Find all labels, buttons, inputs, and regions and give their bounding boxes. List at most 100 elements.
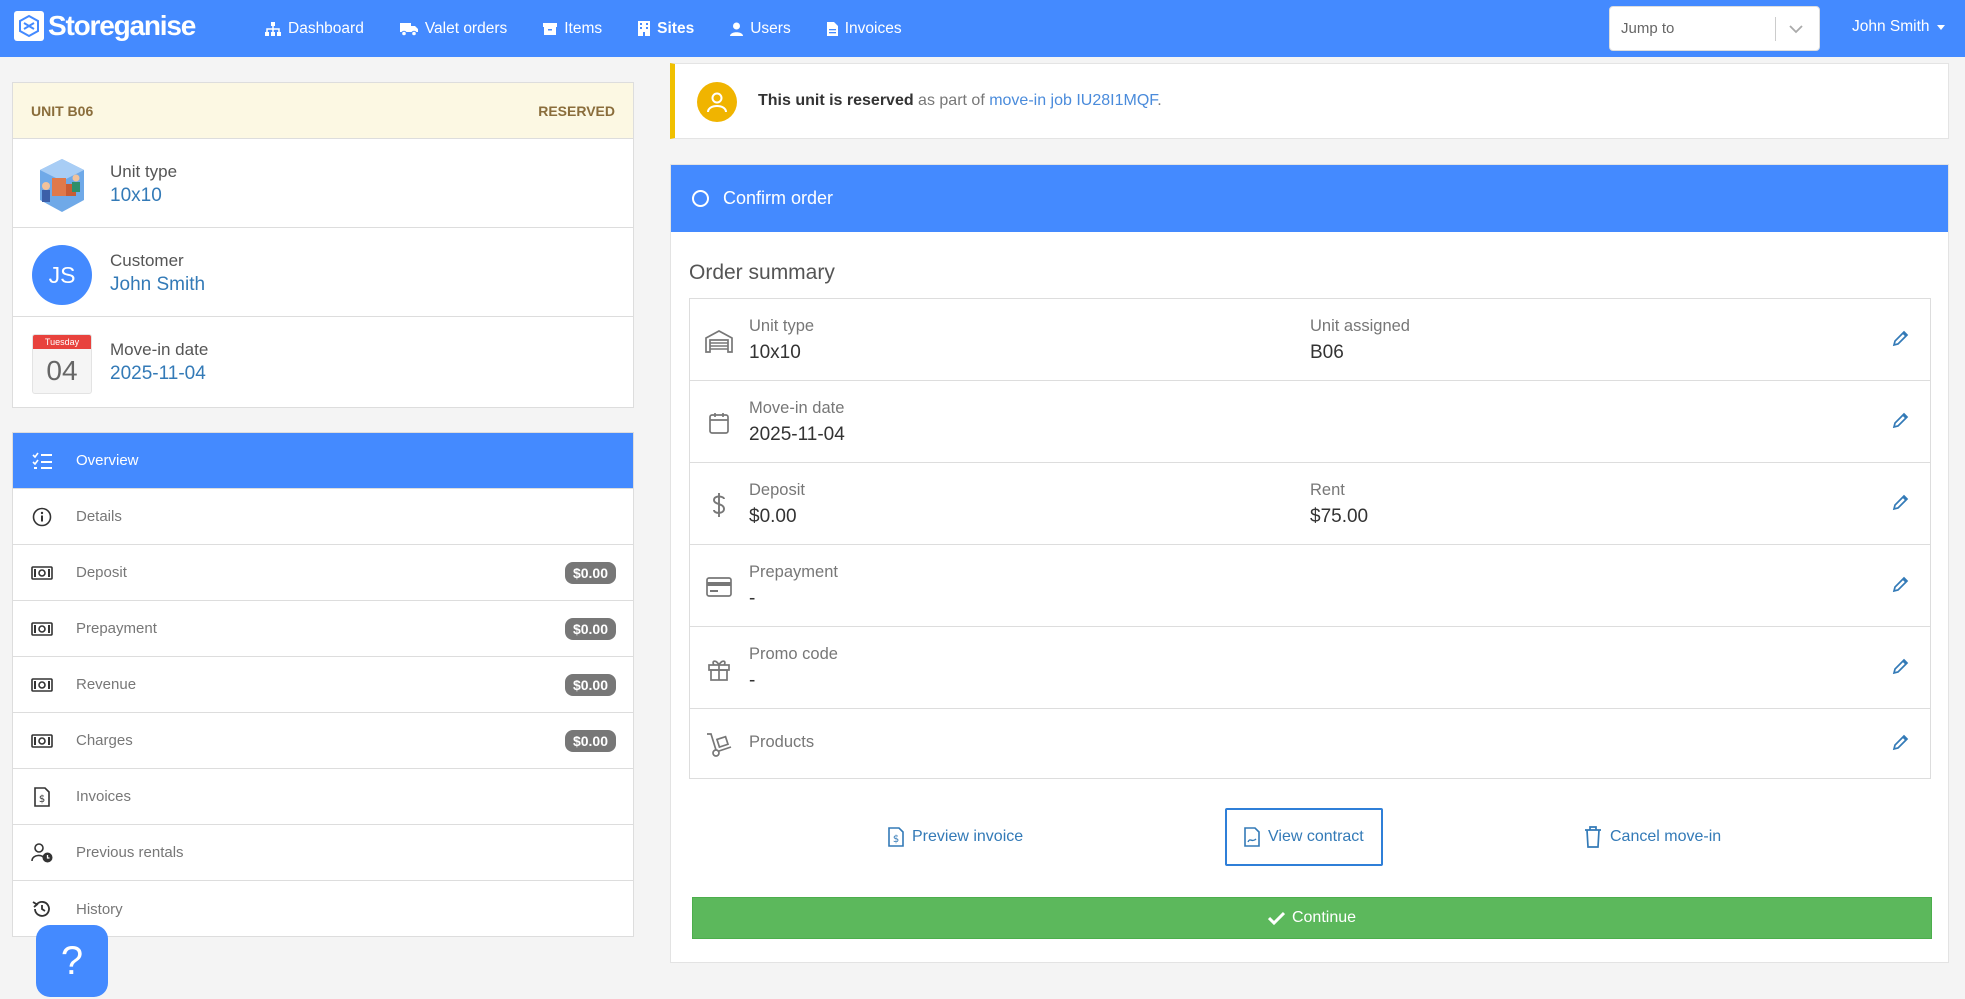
order-actions: $ Preview invoice View contract Cancel m… (671, 808, 1950, 868)
calendar-widget: Tuesday 04 (32, 334, 92, 394)
checklist-icon (31, 450, 53, 472)
jump-to-select[interactable]: Jump to (1609, 6, 1820, 51)
invoice-icon: $ (888, 827, 904, 847)
menu-item-label: Invoices (76, 788, 132, 805)
menu-item-revenue[interactable]: Revenue $0.00 (13, 657, 633, 713)
archive-icon (543, 22, 558, 35)
nav-items-label: Items (564, 19, 603, 37)
continue-label: Continue (1291, 909, 1357, 926)
unit-type-illustration-icon (32, 156, 92, 216)
menu-item-details[interactable]: Details (13, 489, 633, 545)
menu-item-label: Overview (76, 452, 139, 469)
promo-code-value: - (749, 670, 756, 691)
main-nav: Dashboard Valet orders Items Sites Users… (265, 0, 938, 57)
nav-items[interactable]: Items (543, 20, 602, 38)
preview-invoice-label: Preview invoice (912, 828, 1024, 845)
unit-label: UNIT B06 (31, 102, 94, 119)
unit-type-link[interactable]: 10x10 (110, 185, 162, 207)
deposit-label: Deposit (749, 481, 805, 499)
nav-dashboard-label: Dashboard (288, 19, 364, 37)
sitemap-icon (265, 21, 281, 36)
menu-item-label: Prepayment (76, 620, 157, 637)
brand[interactable]: Storeganise (14, 10, 196, 42)
edit-pencil-icon[interactable] (1892, 329, 1910, 347)
invoice-icon: $ (31, 786, 53, 808)
move-in-value: 2025-11-04 (749, 424, 845, 445)
order-panel: Confirm order Order summary Unit type 10… (670, 164, 1949, 963)
customer-link[interactable]: John Smith (110, 274, 205, 296)
menu-item-label: History (76, 900, 123, 918)
user-menu-name: John Smith (1852, 18, 1930, 35)
continue-button[interactable]: Continue (692, 897, 1932, 939)
menu-item-previous-rentals[interactable]: Previous rentals (13, 825, 633, 881)
help-button[interactable]: ? (36, 925, 108, 997)
edit-pencil-icon[interactable] (1892, 493, 1910, 511)
gift-icon (705, 655, 733, 683)
svg-text:$: $ (893, 834, 899, 845)
menu-item-invoices[interactable]: $ Invoices (13, 769, 633, 825)
preview-invoice-button[interactable]: $ Preview invoice (888, 808, 1023, 866)
menu-item-prepayment[interactable]: Prepayment $0.00 (13, 601, 633, 657)
history-icon (31, 898, 53, 920)
products-label: Products (749, 733, 815, 751)
edit-pencil-icon[interactable] (1892, 733, 1910, 751)
edit-pencil-icon[interactable] (1892, 411, 1910, 429)
move-in-label: Move-in date (749, 399, 845, 417)
calendar-icon (705, 409, 733, 437)
unit-type-label: Unit type (749, 317, 815, 335)
truck-icon (399, 22, 418, 36)
unit-card: UNIT B06 RESERVED Unit type 10x10 JS Cus… (12, 82, 634, 408)
move-in-job-link[interactable]: move-in job IU28I1MQF (989, 92, 1157, 109)
confirm-order-step[interactable]: Confirm order (671, 165, 1948, 232)
menu-item-overview[interactable]: Overview (13, 433, 633, 489)
unit-type-row: Unit type 10x10 (13, 139, 633, 228)
nav-sites-label: Sites (657, 19, 695, 37)
menu-item-history[interactable]: History (13, 881, 633, 937)
nav-dashboard[interactable]: Dashboard (265, 20, 364, 38)
menu-item-label: Deposit (76, 564, 127, 581)
menu-item-label: Details (76, 508, 122, 525)
nav-valet-orders[interactable]: Valet orders (399, 20, 507, 38)
view-contract-button[interactable]: View contract (1225, 808, 1383, 866)
edit-pencil-icon[interactable] (1892, 657, 1910, 675)
reserved-alert: This unit is reserved as part of move-in… (670, 63, 1949, 139)
menu-item-label: Previous rentals (76, 844, 184, 861)
summary-row-move-in: Move-in date 2025-11-04 (690, 381, 1930, 463)
step-circle-icon (692, 190, 709, 207)
summary-row-prepayment: Prepayment - (690, 545, 1930, 627)
prepayment-value: - (749, 588, 756, 609)
user-menu[interactable]: John Smith (1852, 18, 1945, 36)
alert-suffix: . (1157, 92, 1162, 109)
menu-item-charges[interactable]: Charges $0.00 (13, 713, 633, 769)
nav-sites[interactable]: Sites (638, 20, 694, 38)
unit-assigned-value: B06 (1310, 342, 1344, 363)
menu-item-deposit[interactable]: Deposit $0.00 (13, 545, 633, 601)
nav-users[interactable]: Users (730, 20, 791, 38)
trash-icon (1585, 826, 1601, 848)
checkmark-icon (1267, 911, 1285, 925)
unit-status-badge: RESERVED (538, 102, 615, 119)
step-title: Confirm order (723, 188, 834, 208)
promo-code-label: Promo code (749, 645, 838, 663)
avatar: JS (32, 245, 92, 305)
menu-item-label: Charges (76, 732, 133, 749)
move-in-link[interactable]: 2025-11-04 (110, 363, 206, 385)
dollar-icon (705, 491, 733, 519)
brand-name: Storeganise (48, 10, 196, 41)
money-icon (31, 562, 53, 584)
money-icon (31, 618, 53, 640)
summary-row-deposit: Deposit $0.00 Rent $75.00 (690, 463, 1930, 545)
menu-item-label: Revenue (76, 676, 137, 693)
cancel-move-in-label: Cancel move-in (1610, 828, 1722, 845)
customer-row: JS Customer John Smith (13, 228, 633, 317)
user-icon (730, 22, 744, 36)
nav-invoices[interactable]: Invoices (826, 20, 902, 38)
alert-text: as part of (913, 92, 990, 109)
summary-row-unit: Unit type 10x10 Unit assigned B06 (690, 299, 1930, 381)
edit-pencil-icon[interactable] (1892, 575, 1910, 593)
chevron-down-icon[interactable] (1788, 21, 1804, 37)
info-icon (31, 506, 53, 528)
garage-icon (705, 327, 733, 355)
cancel-move-in-button[interactable]: Cancel move-in (1584, 808, 1721, 866)
unit-type-value: 10x10 (749, 342, 801, 363)
